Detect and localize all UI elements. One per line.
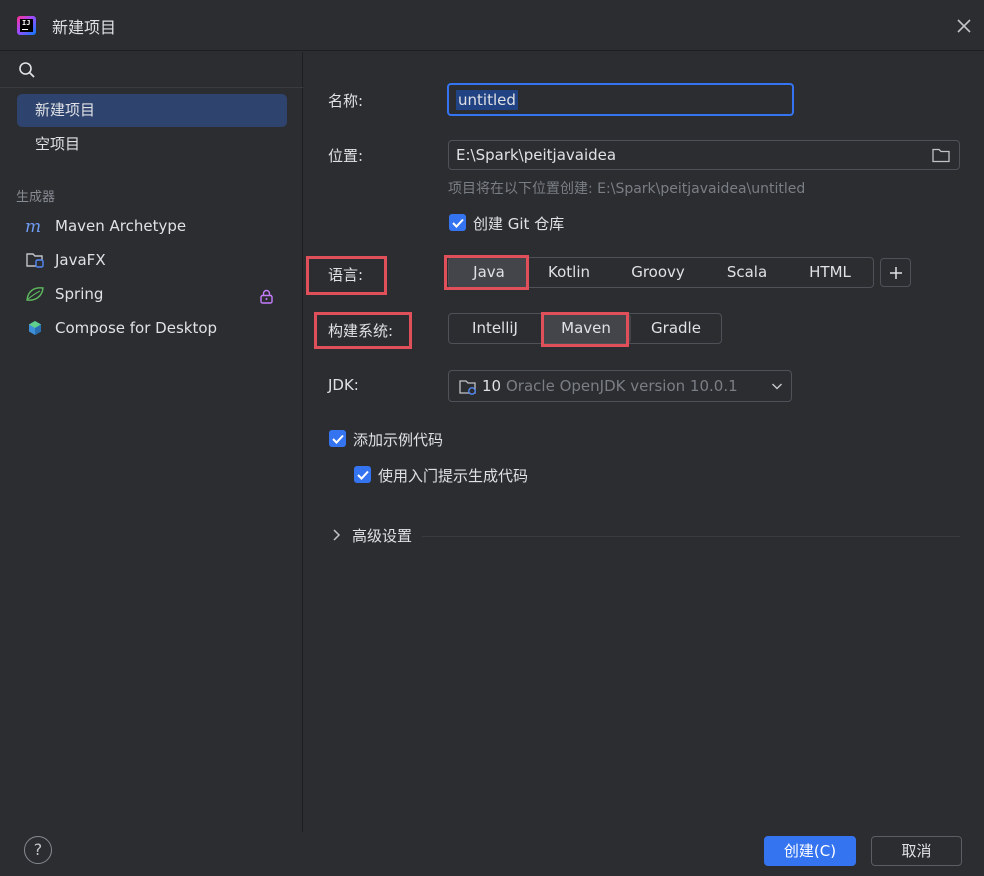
generators-section-label: 生成器 bbox=[16, 190, 56, 205]
javafx-folder-icon bbox=[25, 251, 45, 269]
generator-label: Compose for Desktop bbox=[55, 319, 218, 337]
onboarding-tips-label: 使用入门提示生成代码 bbox=[378, 467, 529, 485]
add-language-button[interactable] bbox=[880, 258, 911, 287]
checkmark-icon bbox=[331, 434, 344, 444]
generator-label: Maven Archetype bbox=[55, 217, 187, 235]
onboarding-tips-checkbox[interactable] bbox=[354, 466, 371, 483]
sidebar: 新建项目 空项目 生成器 m Maven Archetype JavaFX Sp… bbox=[0, 52, 303, 832]
sample-code-checkbox[interactable] bbox=[329, 430, 346, 447]
divider bbox=[422, 536, 960, 537]
jdk-folder-icon bbox=[459, 380, 476, 395]
generator-label: JavaFX bbox=[55, 251, 106, 269]
generator-item-compose-desktop[interactable]: Compose for Desktop bbox=[17, 312, 287, 344]
cancel-button[interactable]: 取消 bbox=[871, 836, 962, 866]
sidebar-item-label: 空项目 bbox=[35, 135, 81, 153]
plus-icon bbox=[889, 266, 902, 279]
sample-code-label: 添加示例代码 bbox=[353, 431, 444, 449]
advanced-settings-toggle[interactable]: 高级设置 bbox=[330, 524, 960, 548]
chevron-down-icon bbox=[771, 383, 783, 390]
location-input-value: E:\Spark\peitjavaidea bbox=[456, 146, 617, 164]
lock-icon bbox=[260, 289, 273, 304]
language-option-kotlin[interactable]: Kotlin bbox=[529, 258, 609, 287]
jdk-description: Oracle OpenJDK version 10.0.1 bbox=[506, 377, 738, 395]
sidebar-item-empty-project[interactable]: 空项目 bbox=[17, 128, 287, 161]
annotation-language-label bbox=[306, 256, 387, 295]
location-hint: 项目将在以下位置创建: E:\Spark\peitjavaidea\untitl… bbox=[448, 181, 806, 197]
annotation-maven-option bbox=[541, 312, 629, 347]
spring-leaf-icon bbox=[25, 285, 45, 303]
git-checkbox-label: 创建 Git 仓库 bbox=[473, 215, 565, 233]
generator-item-spring[interactable]: Spring bbox=[17, 278, 287, 310]
sidebar-item-new-project[interactable]: 新建项目 bbox=[17, 94, 287, 127]
checkmark-icon bbox=[356, 470, 369, 480]
jdk-label: JDK: bbox=[328, 376, 359, 394]
name-input-value: untitled bbox=[456, 90, 518, 110]
sidebar-item-label: 新建项目 bbox=[35, 101, 96, 119]
search-icon bbox=[19, 62, 35, 78]
language-option-scala[interactable]: Scala bbox=[707, 258, 787, 287]
language-option-html[interactable]: HTML bbox=[787, 258, 873, 287]
generator-item-maven-archetype[interactable]: m Maven Archetype bbox=[17, 210, 287, 242]
compose-icon bbox=[25, 319, 45, 337]
build-option-intellij[interactable]: IntelliJ bbox=[449, 314, 541, 343]
window-title: 新建项目 bbox=[52, 18, 117, 37]
title-bar: IJ 新建项目 bbox=[0, 0, 984, 51]
intellij-logo-icon: IJ bbox=[17, 16, 36, 35]
location-label: 位置: bbox=[328, 147, 364, 165]
annotation-java-option bbox=[444, 255, 529, 290]
svg-text:m: m bbox=[25, 218, 41, 234]
checkmark-icon bbox=[451, 218, 464, 228]
jdk-version: 10 bbox=[482, 377, 502, 395]
help-button[interactable]: ? bbox=[24, 836, 52, 864]
location-input[interactable]: E:\Spark\peitjavaidea bbox=[448, 140, 960, 170]
generator-label: Spring bbox=[55, 285, 104, 303]
browse-folder-icon[interactable] bbox=[932, 147, 950, 163]
close-icon bbox=[957, 19, 971, 33]
name-label: 名称: bbox=[328, 92, 364, 110]
advanced-settings-label: 高级设置 bbox=[352, 527, 413, 545]
chevron-right-icon bbox=[333, 529, 341, 541]
build-option-gradle[interactable]: Gradle bbox=[631, 314, 721, 343]
git-checkbox[interactable] bbox=[449, 214, 466, 231]
sidebar-search[interactable] bbox=[0, 52, 303, 88]
name-input[interactable]: untitled bbox=[447, 83, 794, 116]
language-option-groovy[interactable]: Groovy bbox=[609, 258, 707, 287]
maven-icon: m bbox=[25, 217, 45, 235]
close-button[interactable] bbox=[952, 14, 976, 38]
jdk-select[interactable]: 10 Oracle OpenJDK version 10.0.1 bbox=[448, 370, 792, 402]
annotation-build-label bbox=[314, 312, 412, 349]
create-button[interactable]: 创建(C) bbox=[764, 836, 856, 866]
generator-item-javafx[interactable]: JavaFX bbox=[17, 244, 287, 276]
